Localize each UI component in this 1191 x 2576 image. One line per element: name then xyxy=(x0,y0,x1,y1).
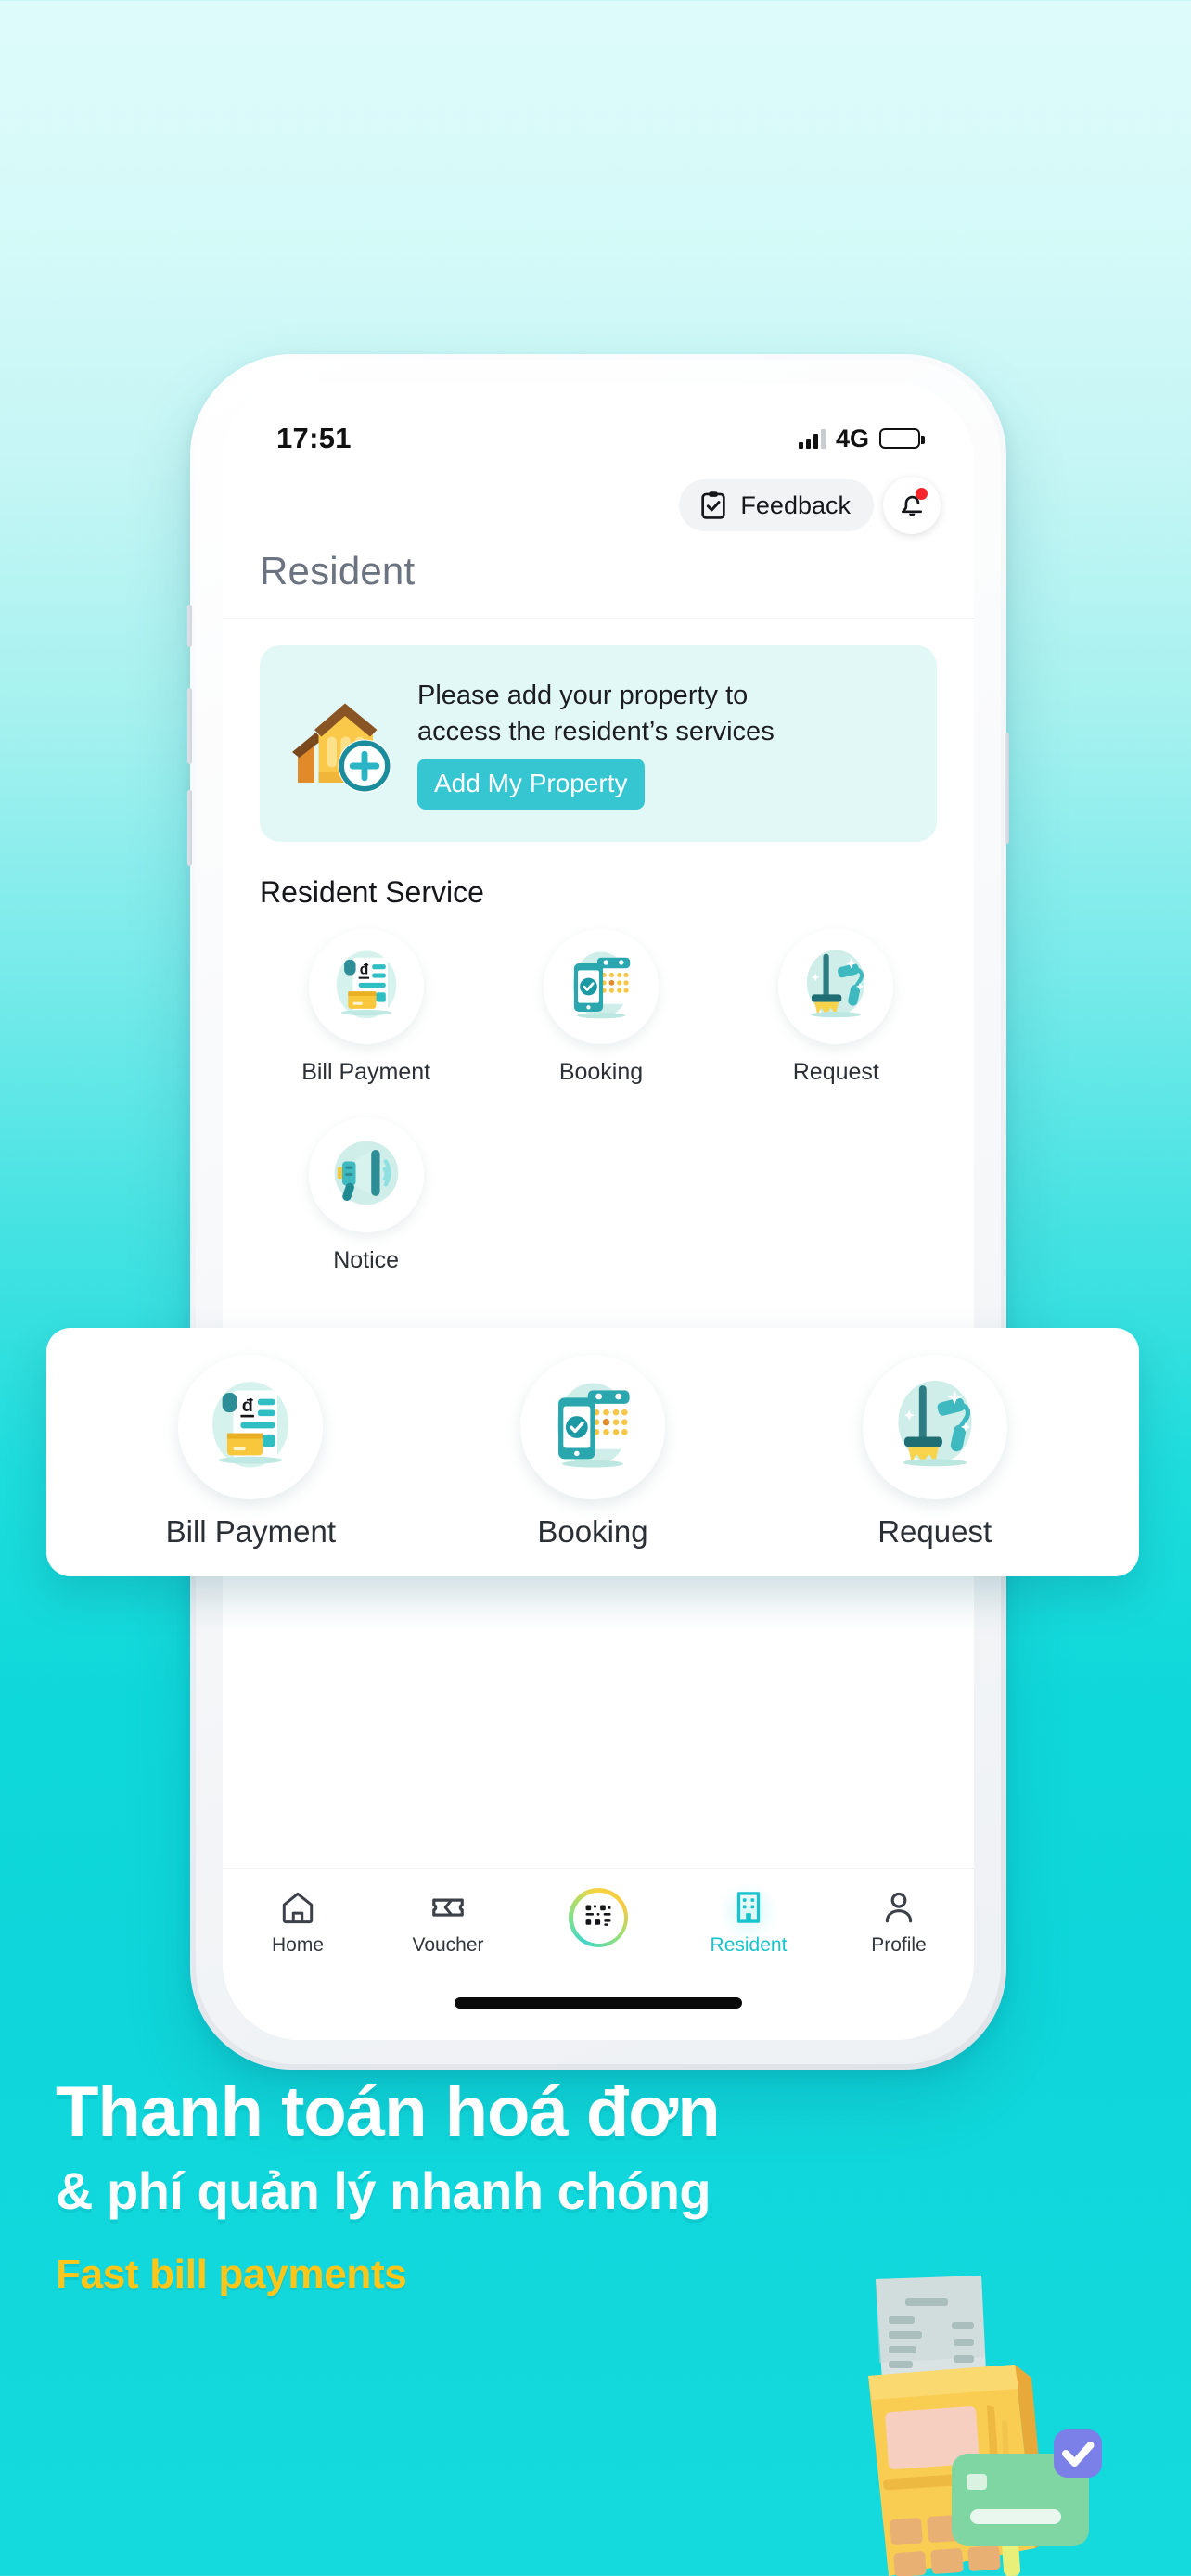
home-icon xyxy=(282,1892,314,1924)
zoom-callout-card: đ Bill Payment Booking Request xyxy=(46,1328,1139,1576)
person-icon xyxy=(885,1892,913,1923)
service-label: Request xyxy=(792,1059,879,1085)
phone-screen: 17:51 4G Feedback Resident Please add yo… xyxy=(223,384,974,2040)
building-icon xyxy=(736,1892,761,1923)
callout-item-booking[interactable]: Booking xyxy=(422,1355,764,1549)
banner-line-1: Please add your property to xyxy=(417,680,749,710)
service-label: Notice xyxy=(333,1247,400,1273)
qr-scan-icon xyxy=(585,1905,611,1926)
callout-label: Booking xyxy=(537,1514,648,1549)
pos-terminal-receipt-card-icon xyxy=(779,2253,1191,2576)
service-label: Bill Payment xyxy=(301,1059,431,1085)
status-bar: 17:51 4G xyxy=(223,414,974,464)
service-item-request[interactable]: Request xyxy=(719,929,954,1086)
resident-service-grid: đ Bill Payment Booking Request Notice xyxy=(249,929,954,1306)
banner-line-2: access the resident’s services xyxy=(417,716,775,746)
promo-headline-primary: Thanh toán hoá đơn xyxy=(56,2072,721,2151)
resident-service-section-title: Resident Service xyxy=(260,875,484,909)
service-item-notice[interactable]: Notice xyxy=(249,1117,483,1274)
status-bar-network: 4G xyxy=(835,424,869,453)
add-property-banner[interactable]: Please add your property to access the r… xyxy=(260,645,937,842)
svg-text:đ: đ xyxy=(359,962,368,977)
page-title: Resident xyxy=(260,549,416,593)
booking-calendar-icon xyxy=(543,929,659,1044)
phone-volume-down-button xyxy=(187,790,192,866)
header-divider xyxy=(223,618,974,619)
cleaning-request-icon xyxy=(778,929,894,1044)
home-indicator xyxy=(455,1997,742,2009)
nav-label: Home xyxy=(271,1934,325,1956)
svg-text:đ: đ xyxy=(242,1396,253,1416)
callout-label: Bill Payment xyxy=(165,1514,337,1549)
service-label: Booking xyxy=(558,1059,644,1085)
nav-item-qr-scan[interactable] xyxy=(523,1888,673,1955)
ticket-voucher-icon xyxy=(432,1898,464,1917)
battery-icon xyxy=(879,428,925,449)
feedback-button[interactable]: Feedback xyxy=(679,479,874,531)
bottom-navigation-bar: Home Voucher Resident Profile xyxy=(223,1868,974,2040)
notification-badge-dot xyxy=(916,488,928,500)
service-item-booking[interactable]: Booking xyxy=(483,929,718,1086)
feedback-label: Feedback xyxy=(740,491,851,519)
bill-payment-icon: đ xyxy=(308,929,424,1044)
callout-item-bill-payment[interactable]: đ Bill Payment xyxy=(80,1355,422,1549)
booking-calendar-icon xyxy=(520,1355,665,1499)
status-bar-indicators: 4G xyxy=(798,424,925,453)
cleaning-request-icon xyxy=(862,1355,1007,1499)
callout-item-request[interactable]: Request xyxy=(763,1355,1106,1549)
qr-scan-ring xyxy=(569,1888,628,1947)
nav-label: Voucher xyxy=(412,1934,484,1956)
phone-silent-switch xyxy=(187,605,192,647)
add-my-property-button[interactable]: Add My Property xyxy=(417,759,645,810)
phone-power-button xyxy=(1005,733,1009,844)
nav-item-resident[interactable]: Resident xyxy=(673,1882,824,1957)
clipboard-check-icon xyxy=(701,491,726,519)
phone-volume-up-button xyxy=(187,688,192,764)
bill-payment-icon: đ xyxy=(178,1355,324,1499)
nav-label: Profile xyxy=(871,1934,927,1956)
megaphone-notice-icon xyxy=(308,1117,424,1232)
notification-button[interactable] xyxy=(883,477,941,534)
status-bar-time: 17:51 xyxy=(276,422,352,454)
callout-label: Request xyxy=(877,1514,992,1549)
signal-bars-icon xyxy=(798,428,826,449)
house-plus-icon xyxy=(273,674,412,813)
promo-headline-secondary: & phí quản lý nhanh chóng xyxy=(56,2162,711,2220)
header-actions: Feedback xyxy=(679,477,941,534)
nav-item-voucher[interactable]: Voucher xyxy=(373,1888,523,1957)
nav-item-home[interactable]: Home xyxy=(223,1888,373,1957)
banner-text-column: Please add your property to access the r… xyxy=(412,678,928,810)
nav-item-profile[interactable]: Profile xyxy=(824,1888,974,1957)
service-item-bill-payment[interactable]: đ Bill Payment xyxy=(249,929,483,1086)
